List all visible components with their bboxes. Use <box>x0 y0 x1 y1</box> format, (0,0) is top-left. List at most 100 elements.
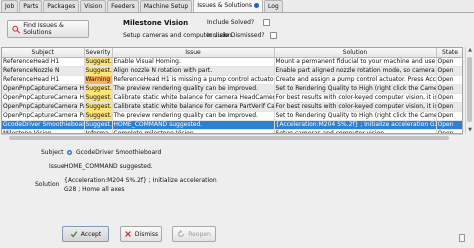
table-row[interactable]: OpenPnpCaptureCamera Pa...Suggest...Cali… <box>2 102 462 112</box>
subject-value: GcodeDriver Smoothieboard <box>76 149 162 156</box>
table-header: Subject Severity Issue Solution State <box>2 48 462 58</box>
column-header-solution[interactable]: Solution <box>274 48 437 58</box>
search-icon <box>12 25 21 33</box>
cell-issue: Enable Visual Homing. <box>112 57 275 67</box>
cell-subject: ReferenceHead H1 <box>2 57 85 67</box>
cell-severity: Suggest... <box>84 93 113 103</box>
solution-line-1: {Acceleration:M204 S%.2f} ; Initialize a… <box>64 177 217 184</box>
column-header-state[interactable]: State <box>436 48 462 58</box>
include-dismissed-checkbox[interactable]: Include Dismissed? <box>207 32 277 39</box>
tab-bar: Job Parts Packages Vision Feeders Machin… <box>0 0 474 13</box>
cell-subject: OpenPnpCaptureCamera He... <box>2 84 85 94</box>
horizontal-scroll-thumb[interactable] <box>9 136 449 140</box>
solution-label: Solution <box>35 181 60 188</box>
vertical-scrollbar[interactable]: ▲ ▼ <box>465 47 473 134</box>
cell-solution: Enable part aligned nozzle rotation mode… <box>274 66 437 76</box>
include-solved-box[interactable] <box>263 19 270 26</box>
milestone-title: Milestone Vision <box>123 19 189 27</box>
find-issues-label: Find Issues & Solutions <box>23 22 64 36</box>
cell-severity: Suggest... <box>84 57 113 67</box>
cell-issue: Calibrate static white balance for camer… <box>112 93 275 103</box>
cell-issue: Calibrate static white balance for camer… <box>112 102 275 112</box>
include-dismissed-label: Include Dismissed? <box>207 32 265 39</box>
dismiss-button[interactable]: Dismiss <box>120 226 162 242</box>
cell-subject: OpenPnpCaptureCamera Pa... <box>2 111 85 121</box>
cell-subject: GcodeDriver Smoothieboard <box>2 120 85 130</box>
cell-issue: Align nozzle N rotation with part. <box>112 66 275 76</box>
close-icon <box>125 231 131 237</box>
issues-table: Subject Severity Issue Solution State Re… <box>1 47 463 134</box>
accept-label: Accept <box>80 230 102 238</box>
subject-label: Subject <box>41 149 64 156</box>
include-solved-checkbox[interactable]: Include Solved? <box>207 19 270 26</box>
cell-issue: ReferenceHead H1 is missing a pump contr… <box>112 75 275 85</box>
reopen-icon <box>178 230 185 237</box>
cell-subject: ReferenceHead H1 <box>2 75 85 85</box>
column-header-issue[interactable]: Issue <box>112 48 275 58</box>
cell-state: Open <box>436 120 462 130</box>
table-row[interactable]: OpenPnpCaptureCamera He...Suggest...The … <box>2 84 462 94</box>
tab-machine-setup[interactable]: Machine Setup <box>139 0 193 12</box>
cell-solution: For best results with color-keyed comput… <box>274 102 437 112</box>
cell-subject: ReferenceNozzle N <box>2 66 85 76</box>
include-solved-label: Include Solved? <box>207 19 255 26</box>
cell-severity: Suggest... <box>84 66 113 76</box>
cell-state: Open <box>436 66 462 76</box>
cell-state: Open <box>436 84 462 94</box>
tab-feeders[interactable]: Feeders <box>107 0 139 12</box>
solution-text[interactable]: {Acceleration:M204 S%.2f} ; Initialize a… <box>64 176 461 195</box>
cell-solution: For best results with color-keyed comput… <box>274 93 437 103</box>
checkmark-icon <box>70 231 78 238</box>
cell-state: Open <box>436 93 462 103</box>
table-row[interactable]: GcodeDriver SmoothieboardSuggest...HOME_… <box>2 120 462 130</box>
driver-gear-icon <box>66 149 73 156</box>
column-header-severity[interactable]: Severity <box>84 48 113 58</box>
tab-issues-solutions-label: Issues & Solutions <box>197 2 252 9</box>
accept-button[interactable]: Accept <box>62 226 109 242</box>
find-issues-button[interactable]: Find Issues & Solutions <box>7 20 89 38</box>
table-row[interactable]: OpenPnpCaptureCamera He...Suggest...Cali… <box>2 93 462 103</box>
cell-solution: Set to Rendering Quality to High (right … <box>274 84 437 94</box>
table-row[interactable]: ReferenceHead H1 Warning ReferenceHead H1 … <box>2 75 462 85</box>
cell-state: Open <box>436 57 462 67</box>
tab-packages[interactable]: Packages <box>43 0 80 12</box>
issue-label: Issue <box>49 163 65 170</box>
cell-issue: The preview rendering quality can be imp… <box>112 111 275 121</box>
table-row[interactable]: ReferenceHead H1Suggest...Enable Visual … <box>2 57 462 67</box>
cell-subject: OpenPnpCaptureCamera Pa... <box>2 102 85 112</box>
tab-log[interactable]: Log <box>263 0 283 12</box>
cell-solution: Create and assign a pump control actuato… <box>274 75 437 85</box>
table-row[interactable]: OpenPnpCaptureCamera Pa...Suggest...The … <box>2 111 462 121</box>
cell-severity: Suggest... <box>84 120 113 130</box>
cell-severity: Suggest... <box>84 102 113 112</box>
vertical-scroll-thumb[interactable] <box>467 57 472 122</box>
reopen-label: Reopen <box>188 230 211 238</box>
cell-subject: OpenPnpCaptureCamera He... <box>2 93 85 103</box>
cell-solution: {Acceleration:M204 S%.2f} ; Initialize a… <box>274 120 437 130</box>
table-row[interactable]: ReferenceNozzle NSuggest...Align nozzle … <box>2 66 462 76</box>
cell-state: Open <box>436 102 462 112</box>
tab-issues-solutions[interactable]: Issues & Solutions <box>193 0 263 12</box>
tab-vision[interactable]: Vision <box>80 0 107 12</box>
cell-severity: Suggest... <box>84 84 113 94</box>
tab-parts[interactable]: Parts <box>19 0 43 12</box>
cell-state: Open <box>436 111 462 121</box>
cell-severity: Warning <box>84 75 113 85</box>
cell-state: Open <box>436 75 462 85</box>
info-dot-icon <box>253 3 259 8</box>
cell-solution: Mount a permanent fiducial to your machi… <box>274 57 437 67</box>
horizontal-scrollbar[interactable] <box>1 134 463 141</box>
dismiss-label: Dismiss <box>134 230 159 238</box>
cell-issue: HOME_COMMAND suggested. <box>112 120 275 130</box>
cell-issue: The preview rendering quality can be imp… <box>112 84 275 94</box>
tab-job[interactable]: Job <box>1 0 19 12</box>
reopen-button[interactable]: Reopen <box>172 226 216 242</box>
scroll-down-icon[interactable]: ▼ <box>467 127 473 134</box>
include-dismissed-box[interactable] <box>270 32 277 39</box>
resize-handle[interactable] <box>459 234 465 242</box>
cell-solution: Set to Rendering Quality to High (right … <box>274 111 437 121</box>
column-header-subject[interactable]: Subject <box>2 48 85 58</box>
scroll-up-icon[interactable]: ▲ <box>467 47 473 54</box>
cell-severity: Suggest... <box>84 111 113 121</box>
solution-line-2: G28 ; Home all axes <box>64 186 125 193</box>
